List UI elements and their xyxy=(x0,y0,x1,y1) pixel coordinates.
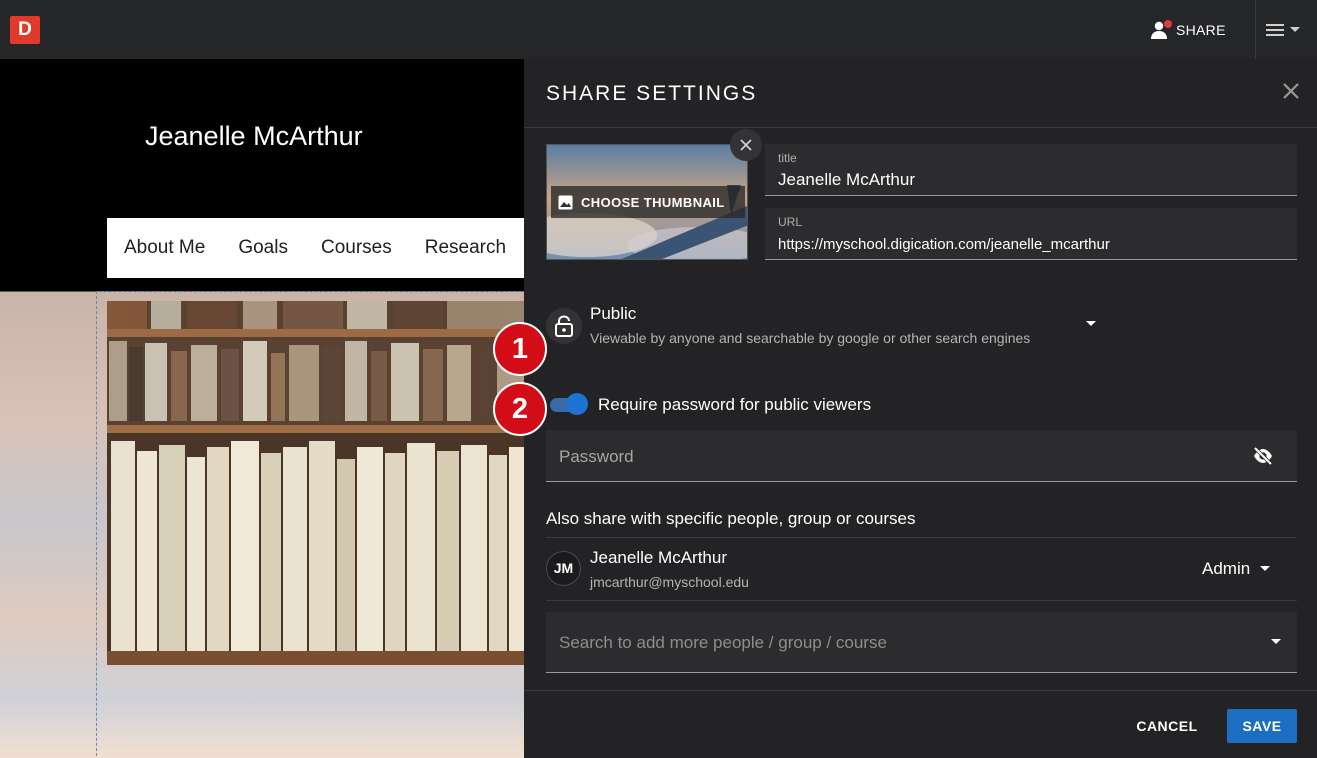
share-settings-panel: SHARE SETTINGS CHOOSE THUMBNAIL title Je… xyxy=(524,59,1317,758)
add-people-search-input[interactable]: Search to add more people / group / cour… xyxy=(546,612,1297,673)
digication-logo[interactable]: D xyxy=(10,16,40,44)
password-field[interactable]: Password xyxy=(546,430,1297,482)
title-field-label: title xyxy=(778,151,797,165)
preview-guide-line-vertical xyxy=(96,291,97,758)
share-with-heading: Also share with specific people, group o… xyxy=(546,509,916,528)
nav-item-research[interactable]: Research xyxy=(425,237,506,259)
app-window: D SHARE Jeanelle McArthur About Me Goals… xyxy=(0,0,1317,758)
site-header-banner: Jeanelle McArthur xyxy=(107,69,524,186)
site-preview: Jeanelle McArthur About Me Goals Courses… xyxy=(0,59,524,758)
search-placeholder: Search to add more people / group / cour… xyxy=(559,633,887,652)
remove-thumbnail-button[interactable] xyxy=(730,129,762,161)
choose-thumbnail-label: CHOOSE THUMBNAIL xyxy=(581,194,725,210)
avatar: JM xyxy=(546,551,581,586)
step-badge-1: 1 xyxy=(493,322,547,376)
visibility-icon xyxy=(546,308,582,344)
lock-open-icon xyxy=(555,315,573,337)
require-password-toggle[interactable] xyxy=(548,393,588,415)
person-icon xyxy=(1150,20,1172,40)
nav-item-about[interactable]: About Me xyxy=(124,237,205,259)
people-list-divider xyxy=(546,537,1297,538)
title-field[interactable]: title Jeanelle McArthur xyxy=(765,144,1297,196)
url-field-label: URL xyxy=(778,215,803,229)
role-label: Admin xyxy=(1202,559,1251,578)
notification-dot xyxy=(1164,20,1172,28)
password-placeholder: Password xyxy=(559,447,634,466)
share-label: SHARE xyxy=(1176,22,1226,38)
nav-item-courses[interactable]: Courses xyxy=(321,237,392,259)
preview-guide-line-horizontal xyxy=(96,291,524,292)
step-badge-2: 2 xyxy=(493,382,547,436)
preview-left-strip xyxy=(0,59,96,291)
top-bar: D SHARE xyxy=(0,0,1317,59)
site-nav: About Me Goals Courses Research xyxy=(107,218,524,278)
close-panel-button[interactable] xyxy=(1279,79,1303,103)
hamburger-icon xyxy=(1266,24,1284,36)
share-button[interactable]: SHARE xyxy=(1150,14,1226,46)
visibility-dropdown-icon[interactable] xyxy=(1086,321,1096,327)
people-list-divider xyxy=(546,600,1297,601)
chevron-down-icon[interactable] xyxy=(1271,639,1281,645)
person-email: jmcarthur@myschool.edu xyxy=(590,574,749,590)
url-field-value: https://myschool.digication.com/jeanelle… xyxy=(778,236,1110,253)
chevron-down-icon xyxy=(1260,566,1271,571)
title-field-value: Jeanelle McArthur xyxy=(778,170,916,189)
require-password-label: Require password for public viewers xyxy=(598,395,872,414)
url-field[interactable]: URL https://myschool.digication.com/jean… xyxy=(765,208,1297,260)
site-name: Jeanelle McArthur xyxy=(145,121,363,151)
close-icon xyxy=(1283,83,1299,99)
save-button[interactable]: SAVE xyxy=(1227,709,1297,743)
cancel-button[interactable]: CANCEL xyxy=(1127,709,1207,743)
choose-thumbnail-button[interactable]: CHOOSE THUMBNAIL xyxy=(551,186,745,218)
image-icon xyxy=(558,195,573,209)
visibility-description: Viewable by anyone and searchable by goo… xyxy=(590,330,1031,346)
main-menu-button[interactable] xyxy=(1266,19,1308,41)
visibility-title[interactable]: Public xyxy=(590,304,636,324)
thumbnail-preview[interactable]: CHOOSE THUMBNAIL xyxy=(546,144,748,260)
close-icon xyxy=(740,139,752,151)
person-name: Jeanelle McArthur xyxy=(590,548,728,567)
bookshelf-image xyxy=(107,301,524,665)
chevron-down-icon xyxy=(1290,27,1300,32)
topbar-divider xyxy=(1255,0,1256,59)
panel-header-divider xyxy=(524,127,1317,128)
nav-item-goals[interactable]: Goals xyxy=(238,237,288,259)
role-dropdown[interactable]: Admin xyxy=(1202,559,1271,579)
panel-title: SHARE SETTINGS xyxy=(546,82,758,105)
visibility-off-icon[interactable] xyxy=(1252,445,1274,467)
toggle-knob xyxy=(566,393,588,415)
footer-divider xyxy=(524,690,1317,691)
